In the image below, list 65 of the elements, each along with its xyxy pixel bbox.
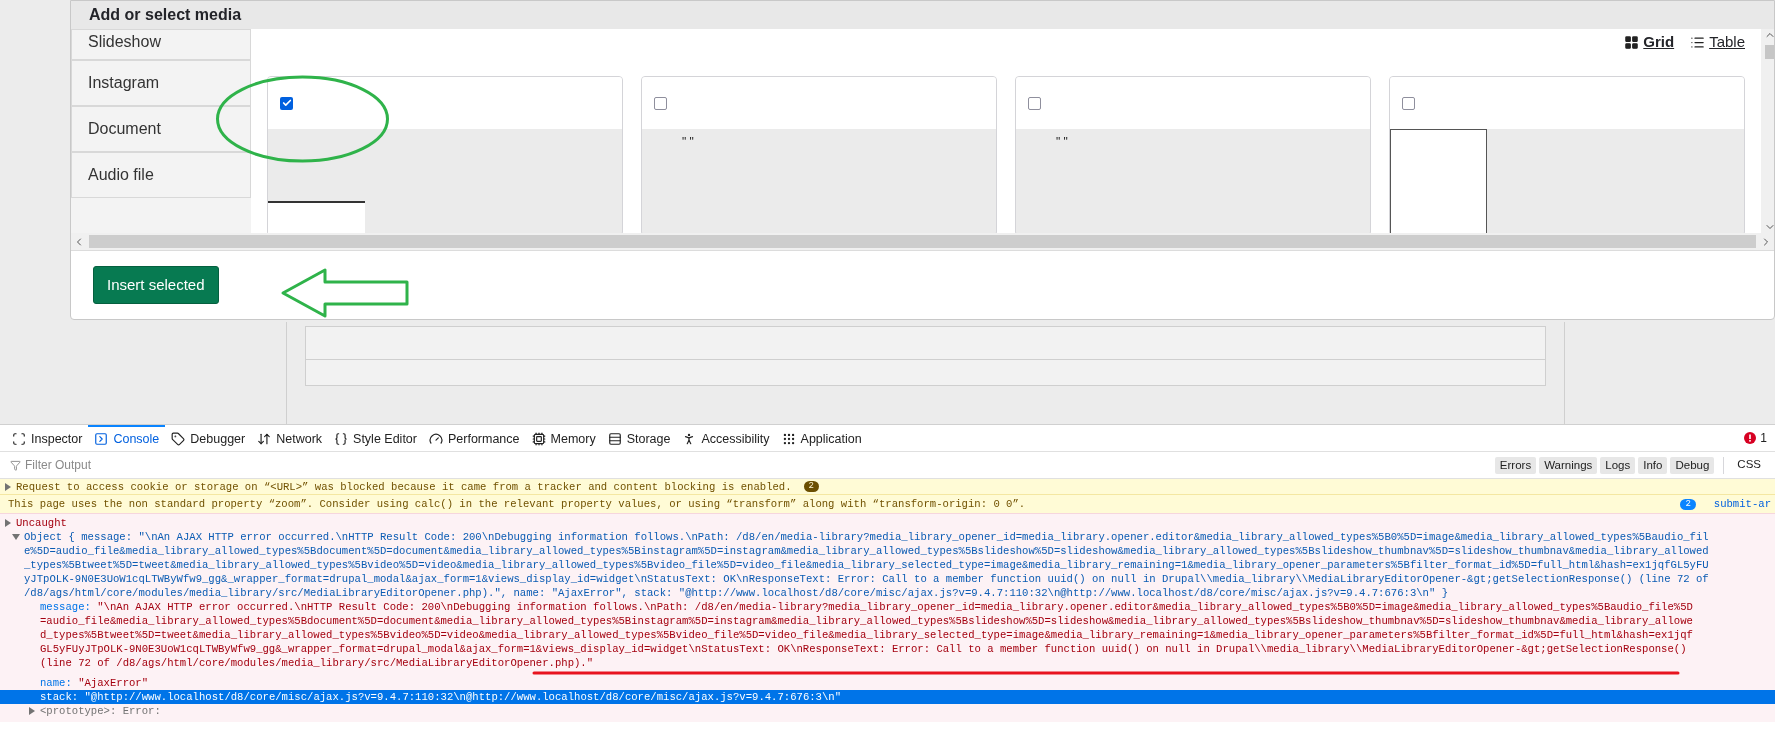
collapse-triangle-icon[interactable] — [12, 533, 20, 541]
devtools-tab[interactable]: Debugger — [165, 425, 252, 451]
warning-text: Request to access cookie or storage on “<URL>” was blocked because it came from a tracker and content blocking is enabled. — [16, 479, 792, 494]
css-filter-button[interactable]: CSS — [1733, 456, 1765, 474]
media-type-tab[interactable]: Audio file — [71, 152, 251, 198]
filter-output-field[interactable]: Filter Output — [25, 456, 275, 474]
rows-icon — [607, 432, 622, 446]
gauge-icon — [428, 432, 443, 446]
devtools-tab[interactable]: Performance — [422, 425, 526, 451]
media-card[interactable]: " " — [641, 76, 997, 233]
repeat-count-badge: 2 — [803, 481, 819, 492]
braces-icon — [334, 432, 349, 446]
tag-icon — [171, 432, 186, 446]
media-type-tab[interactable]: Document — [71, 106, 251, 152]
list-icon — [1690, 34, 1706, 50]
select-checkbox[interactable] — [654, 96, 667, 110]
log-level-filter-button[interactable]: Logs — [1600, 456, 1636, 474]
insert-selected-button[interactable]: Insert selected — [93, 266, 219, 304]
log-level-filter-button[interactable]: Debug — [1670, 456, 1715, 474]
error-icon — [1744, 432, 1757, 444]
dialog-title: Add or select media — [89, 5, 242, 25]
select-checkbox[interactable] — [280, 96, 293, 110]
select-checkbox[interactable] — [1028, 96, 1041, 110]
log-level-filter-button[interactable]: Errors — [1494, 456, 1537, 474]
object-summary[interactable]: Object { message: "\nAn AJAX HTTP error occurred.\nHTTP Result Code: 200\nDebugging information follows.\nPath: /d8/en/media-library?media_library_opener_id=media_library.opener.editor&media_library_allowed_types%5B0%5D=image&media_library_allowed_types%5Baudio_file%5D=audio_file&media_library_allowed_types%5Bdocument%5D=document&media_library_allowed_types%5Binstagram%5D=instagram&media_library_allowed_types%5Bslideshow%5D=slideshow&media_library_allowed_types%5Bslideshow_thumbnav%5D=slideshow_thumbnav&media_library_allowed_types%5Btweet%5D=tweet&media_library_allowed_types%5Bvideo%5D=video&media_library_allowed_types%5Bvideo_file%5D=video_file&media_library_selected_type=image&media_library_remaining=1&media_library_opener_parameters%5Bfilter_format_id%5D=full_html&hash=ex1jqfGL5yFUyJTpOLK-9N0E3UoW1cqLTWByWfw9_gg&_wrapper_format=drupal_modal&ajax_form=1&views_display_id=widget\nStatusText: OK\nResponseText: Error: Call to a member function uuid() on null in Drupal\\media_library\\MediaLibraryEditorOpener-&gt;getSelectionResponse() (line 72 of /d8/ags/html/core/modules/media_library/src/MediaLibraryEditorOpener.php).", name: "AjaxError", stack: "@http://www.localhost/d8/core/misc/ajax.js?v=9.4.7:110:32\n@http://www.localhost/d8/core/misc/ajax.js?v=9.4.7:676:3\n" } — [24, 530, 1715, 600]
scroll-thumb[interactable] — [1764, 45, 1774, 59]
log-level-filter-button[interactable]: Warnings — [1539, 456, 1598, 474]
repeat-count-badge: 2 — [1680, 498, 1696, 510]
prototype-property[interactable]: <prototype>: Error: — [40, 704, 161, 718]
devtools-tab[interactable]: Memory — [525, 425, 602, 451]
arrows-icon — [257, 432, 272, 446]
media-type-tab[interactable]: Slideshow — [71, 29, 251, 60]
devtools-tab[interactable]: Console — [88, 425, 166, 451]
expand-triangle-icon[interactable] — [4, 519, 12, 527]
scroll-thumb[interactable] — [89, 235, 1756, 248]
error-count[interactable]: 1 — [1760, 429, 1767, 447]
devtools-tab[interactable]: Storage — [601, 425, 677, 451]
select-checkbox[interactable] — [1402, 96, 1415, 110]
expand-triangle-icon[interactable] — [28, 707, 36, 715]
inspector-icon — [12, 432, 26, 446]
expand-triangle-icon[interactable] — [4, 482, 12, 491]
source-link[interactable]: submit-ar — [1713, 497, 1771, 511]
devtools-tab[interactable]: Inspector — [6, 425, 89, 451]
chip-icon — [531, 432, 546, 446]
media-caption: " " — [1056, 134, 1068, 152]
error-title: Uncaught — [16, 516, 67, 530]
vertical-scrollbar[interactable] — [1761, 29, 1774, 233]
filter-icon — [10, 459, 21, 471]
log-level-filter-button[interactable]: Info — [1638, 456, 1668, 474]
media-type-tab[interactable]: Instagram — [71, 60, 251, 106]
devtools-tab[interactable]: Accessibility — [676, 425, 776, 451]
devtools-tab[interactable]: Application — [775, 425, 868, 451]
devtools-tab[interactable]: Network — [251, 425, 329, 451]
view-toggle-link[interactable]: Table — [1709, 30, 1745, 54]
object-property[interactable]: name: "AjaxError" — [40, 676, 1695, 690]
media-card[interactable]: " " — [1015, 76, 1371, 233]
view-toggle-link[interactable]: Grid — [1643, 30, 1675, 54]
console-icon — [94, 432, 109, 446]
dot-grid-icon — [781, 432, 796, 446]
grid-icon — [1624, 34, 1640, 50]
warning-text: This page uses the non standard property “zoom”. Consider using calc() in the relevant property values, or using “transform” along with “transform-origin: 0 0”. — [8, 497, 1026, 511]
devtools-tab[interactable]: Style Editor — [328, 425, 423, 451]
object-property[interactable]: message: "\nAn AJAX HTTP error occurred.\nHTTP Result Code: 200\nDebugging information follows.\nPath: /d8/en/media-library?media_library_opener_id=media_library.opener.editor&media_library_allowed_types%5B0%5D=image&media_library_allowed_types%5Baudio_file%5D=audio_file&media_library_allowed_types%5Bdocument%5D=document&media_library_allowed_types%5Binstagram%5D=instagram&media_library_allowed_types%5Bslideshow%5D=slideshow&media_library_allowed_types%5Bslideshow_thumbnav%5D=slideshow_thumbnav&media_library_allowed_types%5Btweet%5D=tweet&media_library_allowed_types%5Bvideo%5D=video&media_library_allowed_types%5Bvideo_file%5D=video_file&media_library_selected_type=image&media_library_remaining=1&media_library_opener_parameters%5Bfilter_format_id%5D=full_html&hash=ex1jqfGL5yFUyJTpOLK-9N0E3UoW1cqLTWByWfw9_gg&_wrapper_format=drupal_modal&ajax_form=1&views_display_id=widget\nStatusText: OK\nResponseText: Error: Call to a member function uuid() on null in Drupal\\media_library\\MediaLibraryEditorOpener-&gt;getSelectionResponse() (line 72 of /d8/ags/html/core/modules/media_library/src/MediaLibraryEditorOpener.php)." — [40, 600, 1695, 670]
media-caption: " " — [682, 134, 694, 152]
horizontal-scrollbar[interactable] — [71, 233, 1774, 250]
